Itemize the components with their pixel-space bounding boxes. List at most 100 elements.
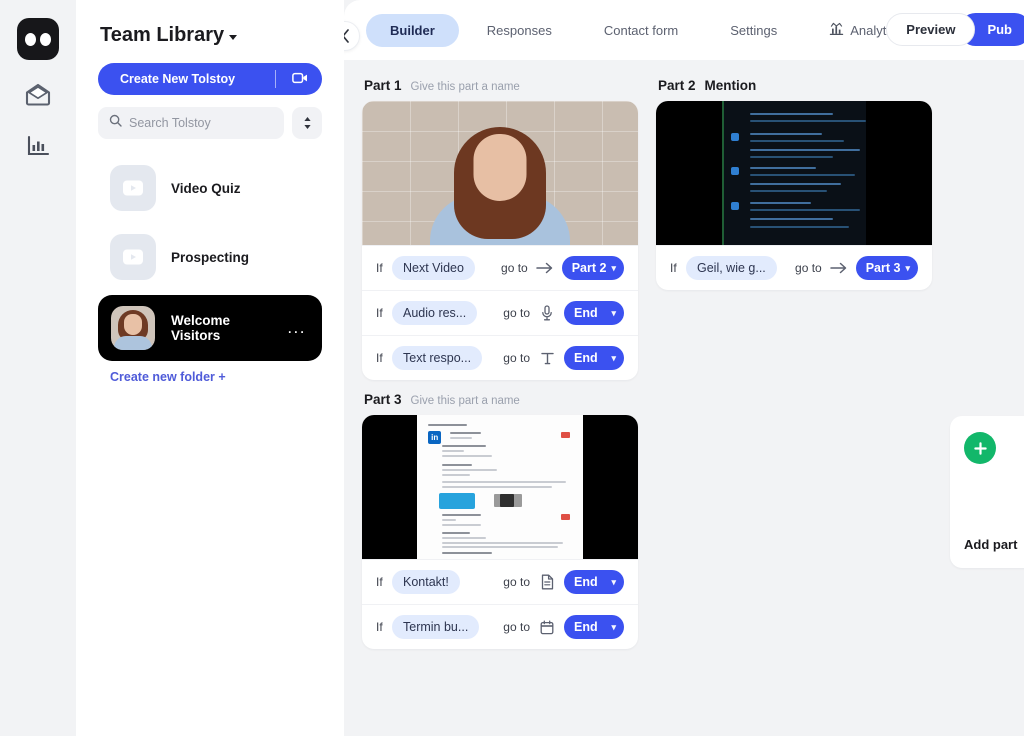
part-title: Part 3 bbox=[364, 392, 402, 407]
chevron-down-icon: ▾ bbox=[611, 576, 616, 587]
preview-button[interactable]: Preview bbox=[886, 13, 976, 46]
tab-label: Settings bbox=[730, 22, 778, 38]
part-thumbnail[interactable] bbox=[656, 101, 932, 245]
part-header: Part 1 Give this part a name bbox=[364, 78, 638, 93]
arrow-right-icon bbox=[829, 262, 849, 274]
search-box[interactable] bbox=[98, 107, 284, 139]
part-header: Part 3 Give this part a name bbox=[364, 392, 638, 407]
rule-condition-chip[interactable]: Next Video bbox=[392, 256, 475, 280]
chevron-down-icon: ▾ bbox=[611, 262, 616, 273]
plus-circle-icon bbox=[964, 432, 996, 464]
document-icon bbox=[537, 574, 557, 590]
publish-button-label: Pub bbox=[987, 22, 1012, 37]
chevron-down-icon bbox=[229, 34, 238, 40]
list-item[interactable]: Video Quiz bbox=[98, 157, 322, 219]
chevron-down-icon: ▾ bbox=[905, 262, 910, 273]
rule-target-dropdown[interactable]: Part 2 ▾ bbox=[561, 256, 624, 280]
part-header: Part 2 Mention bbox=[658, 78, 932, 93]
rule-condition-chip[interactable]: Kontakt! bbox=[392, 570, 460, 594]
list-item-label: Video Quiz bbox=[171, 180, 241, 196]
linkedin-profile-thumbnail: in bbox=[362, 415, 638, 559]
part-title: Part 1 bbox=[364, 78, 402, 93]
rule-target-label: Part 2 bbox=[571, 261, 607, 275]
rule-condition-chip[interactable]: Audio res... bbox=[392, 301, 478, 325]
tolstoy-logo[interactable] bbox=[17, 18, 59, 60]
rule-row: If Text respo... go to End ▾ bbox=[362, 335, 638, 380]
linkedin-icon: in bbox=[428, 430, 442, 444]
microphone-icon bbox=[537, 305, 557, 321]
header-actions: Preview Pub bbox=[886, 13, 1024, 46]
logo-dot-right bbox=[40, 32, 51, 46]
inbox-icon[interactable] bbox=[17, 76, 59, 112]
rule-target-label: Part 3 bbox=[865, 261, 901, 275]
rule-target-label: End bbox=[574, 575, 598, 589]
tab-bar: Builder Responses Contact form Settings bbox=[366, 13, 926, 47]
more-options-icon[interactable]: ... bbox=[287, 319, 310, 336]
part-card: If Next Video go to Part 2 ▾ If Audio re… bbox=[362, 101, 638, 380]
part-thumbnail[interactable]: in bbox=[362, 415, 638, 559]
analytics-bar-icon[interactable] bbox=[17, 128, 59, 164]
list-item-selected[interactable]: Welcome Visitors ... bbox=[98, 295, 322, 361]
part-name[interactable]: Mention bbox=[705, 78, 757, 93]
preview-button-label: Preview bbox=[906, 22, 956, 37]
avatar-body bbox=[114, 336, 152, 350]
part-block-3: Part 3 Give this part a name in If Konta… bbox=[362, 392, 638, 649]
tab-label: Builder bbox=[390, 22, 435, 38]
sort-updown-icon[interactable] bbox=[292, 107, 322, 139]
dark-feed-thumbnail bbox=[656, 101, 932, 245]
thumb-face bbox=[473, 134, 527, 201]
rule-row: If Termin bu... go to End ▾ bbox=[362, 604, 638, 649]
chevron-down-icon: ▾ bbox=[611, 621, 616, 632]
button-divider bbox=[275, 70, 276, 88]
chevron-down-icon: ▾ bbox=[611, 352, 616, 363]
rule-target-dropdown[interactable]: Part 3 ▾ bbox=[855, 256, 918, 280]
list-item-label: Welcome Visitors bbox=[171, 313, 231, 343]
rule-target-dropdown[interactable]: End ▾ bbox=[564, 570, 624, 594]
rule-goto-label: go to bbox=[503, 351, 530, 365]
tab-builder[interactable]: Builder bbox=[366, 13, 459, 47]
tab-settings[interactable]: Settings bbox=[706, 14, 801, 47]
video-play-icon bbox=[110, 234, 156, 280]
collapse-sidebar-button[interactable] bbox=[344, 21, 360, 51]
chevron-left-icon bbox=[344, 29, 349, 43]
rule-target-label: End bbox=[574, 306, 598, 320]
tab-responses[interactable]: Responses bbox=[463, 14, 576, 47]
part-card: If Geil, wie g... go to Part 3 ▾ bbox=[656, 101, 932, 290]
rule-target-dropdown[interactable]: End ▾ bbox=[564, 346, 624, 370]
add-part-wrap: Add part bbox=[950, 392, 1024, 568]
library-title-row[interactable]: Team Library bbox=[100, 24, 322, 47]
search-input[interactable] bbox=[129, 116, 273, 130]
rule-target-label: End bbox=[574, 620, 598, 634]
rule-target-dropdown[interactable]: End ▾ bbox=[564, 615, 624, 639]
add-part-card[interactable]: Add part bbox=[950, 416, 1024, 568]
chevron-down-icon: ▾ bbox=[611, 307, 616, 318]
rule-target-dropdown[interactable]: End ▾ bbox=[564, 301, 624, 325]
rule-goto-label: go to bbox=[503, 620, 530, 634]
rule-if-label: If bbox=[376, 261, 383, 275]
video-play-icon bbox=[110, 165, 156, 211]
rule-condition-chip[interactable]: Text respo... bbox=[392, 346, 483, 370]
create-new-folder-link[interactable]: Create new folder + bbox=[110, 370, 322, 384]
rule-goto-label: go to bbox=[503, 575, 530, 589]
arrow-right-icon bbox=[535, 262, 555, 274]
part-name-placeholder[interactable]: Give this part a name bbox=[411, 81, 520, 93]
rule-condition-chip[interactable]: Termin bu... bbox=[392, 615, 480, 639]
builder-panel: Builder Responses Contact form Settings bbox=[344, 0, 1024, 736]
search-icon bbox=[109, 114, 122, 132]
create-button-label: Create New Tolstoy bbox=[120, 72, 236, 86]
part-name-placeholder[interactable]: Give this part a name bbox=[411, 395, 520, 407]
rule-row: If Audio res... go to End ▾ bbox=[362, 290, 638, 335]
panel-header: Builder Responses Contact form Settings bbox=[344, 0, 1024, 60]
list-item[interactable]: Prospecting bbox=[98, 226, 322, 288]
rule-goto-label: go to bbox=[795, 261, 822, 275]
rule-if-label: If bbox=[376, 575, 383, 589]
parts-grid: Part 1 Give this part a name If Next Vid… bbox=[362, 78, 1024, 649]
rule-condition-chip[interactable]: Geil, wie g... bbox=[686, 256, 777, 280]
avatar-photo bbox=[111, 306, 155, 350]
tab-label: Responses bbox=[486, 22, 552, 38]
video-camera-icon[interactable] bbox=[292, 72, 308, 87]
create-new-tolstoy-button[interactable]: Create New Tolstoy bbox=[98, 63, 322, 95]
part-thumbnail[interactable] bbox=[362, 101, 638, 245]
tab-contact-form[interactable]: Contact form bbox=[580, 14, 702, 47]
part-block-2: Part 2 Mention If Geil, wie g... go to P… bbox=[656, 78, 932, 290]
